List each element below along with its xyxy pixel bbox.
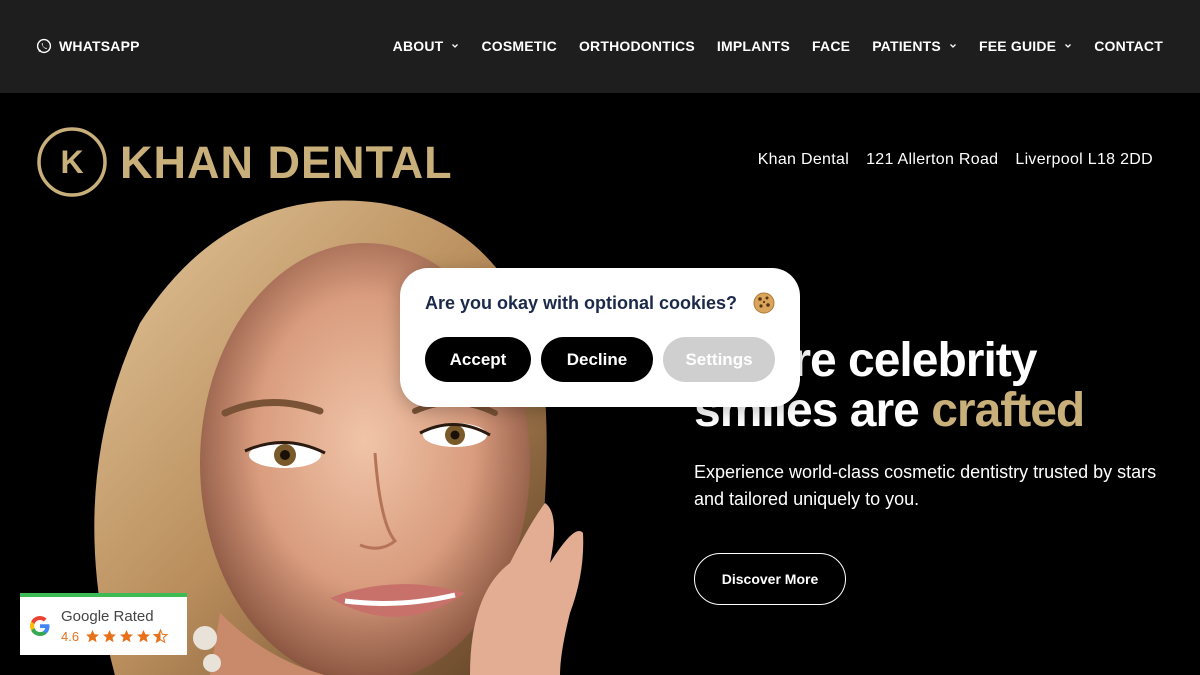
google-logo-icon xyxy=(30,616,50,636)
nav-about[interactable]: ABOUT xyxy=(393,38,460,54)
nav-implants[interactable]: IMPLANTS xyxy=(717,38,790,54)
address-street: 121 Allerton Road xyxy=(866,151,999,168)
cookie-settings-button[interactable]: Settings xyxy=(663,337,775,382)
google-rating-text: Google Rated 4.6 xyxy=(61,608,169,644)
top-nav-bar: WHATSAPP ABOUT COSMETIC ORTHODONTICS IMP… xyxy=(0,0,1200,93)
cookie-icon xyxy=(753,292,775,314)
google-rating-badge[interactable]: Google Rated 4.6 xyxy=(20,593,187,655)
brand-logo[interactable]: K KHAN DENTAL xyxy=(36,126,453,198)
nav-patients-label: PATIENTS xyxy=(872,38,941,54)
nav-about-label: ABOUT xyxy=(392,38,444,54)
nav-fee-guide-label: FEE GUIDE xyxy=(978,38,1057,54)
main-nav: ABOUT COSMETIC ORTHODONTICS IMPLANTS FAC… xyxy=(393,38,1163,54)
whatsapp-icon xyxy=(36,38,52,54)
star-icon xyxy=(120,630,134,643)
address-city: Liverpool L18 2DD xyxy=(1015,151,1153,168)
nav-cosmetic[interactable]: COSMETIC xyxy=(481,38,557,54)
cookie-accept-button[interactable]: Accept xyxy=(425,337,531,382)
svg-text:K: K xyxy=(60,144,83,180)
star-half-icon xyxy=(153,629,169,644)
address-practice: Khan Dental xyxy=(757,151,850,168)
google-rating-score: 4.6 xyxy=(61,629,80,644)
cookie-consent-popup: Are you okay with optional cookies? Acce… xyxy=(400,268,800,407)
nav-contact[interactable]: CONTACT xyxy=(1094,38,1163,54)
nav-orthodontics[interactable]: ORTHODONTICS xyxy=(579,38,695,54)
nav-patients[interactable]: PATIENTS xyxy=(872,38,957,54)
logo-monogram-icon: K xyxy=(37,127,107,197)
rating-stars xyxy=(85,629,169,644)
nav-implants-label: IMPLANTS xyxy=(716,38,791,54)
nav-face-label: FACE xyxy=(812,38,851,54)
google-rated-title: Google Rated xyxy=(61,608,154,625)
hero-subtext: Experience world-class cosmetic dentistr… xyxy=(694,462,1157,509)
whatsapp-link[interactable]: WHATSAPP xyxy=(36,38,140,54)
whatsapp-label: WHATSAPP xyxy=(59,38,140,54)
nav-fee-guide[interactable]: FEE GUIDE xyxy=(979,38,1072,54)
nav-cosmetic-label: COSMETIC xyxy=(481,38,557,54)
chevron-down-icon xyxy=(452,44,459,48)
cookie-question: Are you okay with optional cookies? xyxy=(425,293,738,313)
discover-more-button[interactable]: Discover More xyxy=(694,553,846,605)
chevron-down-icon xyxy=(949,44,956,48)
nav-contact-label: CONTACT xyxy=(1094,38,1163,54)
nav-face[interactable]: FACE xyxy=(812,38,850,54)
practice-address: Khan Dental 121 Allerton Road Liverpool … xyxy=(758,151,1153,169)
headline-line-2-gold: crafted xyxy=(931,384,1085,437)
star-icon xyxy=(137,630,151,643)
cookie-decline-button[interactable]: Decline xyxy=(541,337,653,382)
star-icon xyxy=(86,630,100,643)
google-rating-row: 4.6 xyxy=(61,629,169,644)
brand-name: KHAN DENTAL xyxy=(120,136,453,188)
nav-orthodontics-label: ORTHODONTICS xyxy=(578,38,695,54)
star-icon xyxy=(103,630,117,643)
chevron-down-icon xyxy=(1065,44,1072,48)
